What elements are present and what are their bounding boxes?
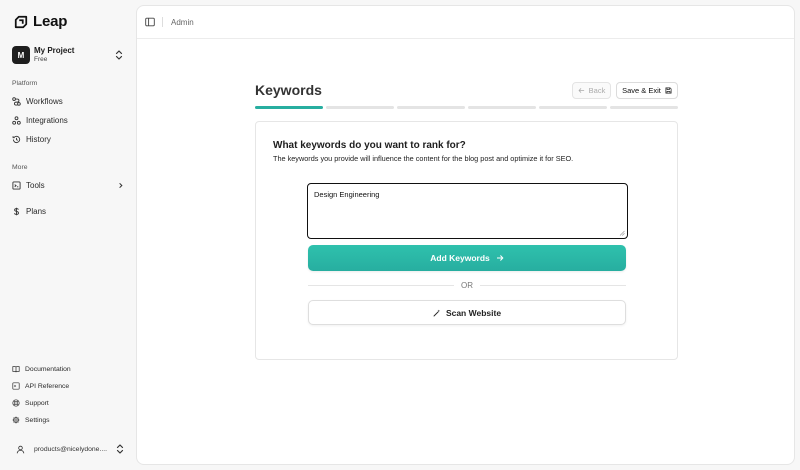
progress-step — [468, 106, 536, 109]
dollar-icon — [14, 207, 19, 215]
app-name: Leap — [33, 13, 68, 30]
sidebar-item-label: Documentation — [25, 365, 71, 373]
user-email: products@nicelydone.... — [34, 445, 108, 453]
sidebar-toggle-icon[interactable] — [145, 17, 155, 27]
page-title: Keywords — [255, 82, 322, 98]
sidebar-item-integrations[interactable]: Integrations — [12, 113, 126, 127]
breadcrumb[interactable]: Admin — [171, 18, 194, 27]
leap-logo-icon — [14, 15, 28, 28]
save-exit-label: Save & Exit — [622, 86, 661, 95]
user-icon — [16, 445, 24, 453]
sidebar-item-workflows[interactable]: Workflows — [12, 94, 126, 108]
project-text: My Project Free — [34, 45, 114, 64]
back-label: Back — [588, 86, 606, 95]
or-divider: OR — [308, 280, 626, 290]
progress-step — [397, 106, 465, 109]
arrow-right-icon — [496, 255, 504, 261]
sidebar-item-label: Plans — [26, 206, 47, 216]
sidebar-item-label: Tools — [26, 180, 45, 190]
keywords-card: What keywords do you want to rank for? T… — [255, 121, 678, 360]
integrations-icon — [12, 115, 21, 125]
divider-line — [480, 284, 626, 286]
card-subtitle: The keywords you provide will influence … — [273, 154, 574, 163]
sidebar-item-label: Workflows — [26, 96, 63, 106]
sidebar-item-documentation[interactable]: Documentation — [12, 363, 126, 375]
project-avatar: M — [12, 46, 30, 64]
arrow-left-icon — [578, 88, 584, 93]
sidebar-item-support[interactable]: Support — [12, 397, 126, 409]
lifebuoy-icon — [12, 399, 20, 407]
chevrons-up-down-icon — [116, 444, 124, 454]
sidebar-item-label: API Reference — [25, 382, 70, 390]
magic-wand-icon — [433, 309, 441, 316]
sidebar-item-label: Support — [25, 399, 49, 407]
workflow-icon — [12, 96, 21, 106]
progress-step — [610, 106, 678, 109]
project-name: My Project — [34, 45, 75, 55]
scan-website-label: Scan Website — [445, 307, 502, 318]
sidebar-item-settings[interactable]: Settings — [12, 414, 126, 426]
sidebar-item-label: Settings — [25, 416, 50, 424]
progress-step — [255, 106, 323, 109]
divider-line — [308, 284, 454, 286]
or-label: OR — [461, 280, 473, 290]
project-switcher[interactable]: M My Project Free — [12, 45, 124, 65]
save-icon — [665, 87, 672, 94]
scan-website-button[interactable]: Scan Website — [308, 300, 626, 325]
sidebar-item-label: History — [26, 134, 51, 144]
sidebar-item-tools[interactable]: Tools — [12, 178, 126, 192]
gear-icon — [12, 416, 20, 424]
keywords-input[interactable]: Design Engineering — [307, 183, 628, 239]
section-more-label: More — [12, 164, 28, 171]
divider — [162, 17, 163, 27]
app-logo[interactable]: Leap — [14, 13, 67, 30]
step-progress — [255, 106, 678, 110]
add-keywords-button[interactable]: Add Keywords — [308, 245, 626, 271]
chevron-right-icon — [119, 182, 123, 188]
add-keywords-label: Add Keywords — [430, 253, 490, 263]
sidebar-item-plans[interactable]: Plans — [12, 204, 126, 218]
resize-handle-icon[interactable] — [619, 230, 625, 236]
save-exit-button[interactable]: Save & Exit — [616, 82, 678, 99]
progress-step — [326, 106, 394, 109]
user-menu[interactable]: products@nicelydone.... — [13, 442, 125, 456]
user-avatar — [13, 442, 27, 456]
book-icon — [12, 366, 20, 373]
sidebar: Leap M My Project Free Platform Workflow… — [0, 0, 136, 470]
terminal-icon — [12, 382, 20, 390]
chevrons-up-down-icon — [115, 50, 123, 60]
main-panel: Admin Keywords Back Save & Exit What key… — [136, 5, 795, 465]
sidebar-item-label: Integrations — [26, 115, 68, 125]
back-button[interactable]: Back — [572, 82, 611, 99]
history-icon — [12, 135, 21, 143]
project-plan: Free — [34, 55, 48, 63]
progress-step — [539, 106, 607, 109]
tools-icon — [12, 180, 21, 190]
card-question: What keywords do you want to rank for? — [273, 140, 466, 151]
sidebar-item-api-reference[interactable]: API Reference — [12, 380, 126, 392]
section-platform-label: Platform — [12, 80, 38, 87]
top-bar: Admin — [137, 6, 794, 39]
sidebar-item-history[interactable]: History — [12, 132, 126, 146]
